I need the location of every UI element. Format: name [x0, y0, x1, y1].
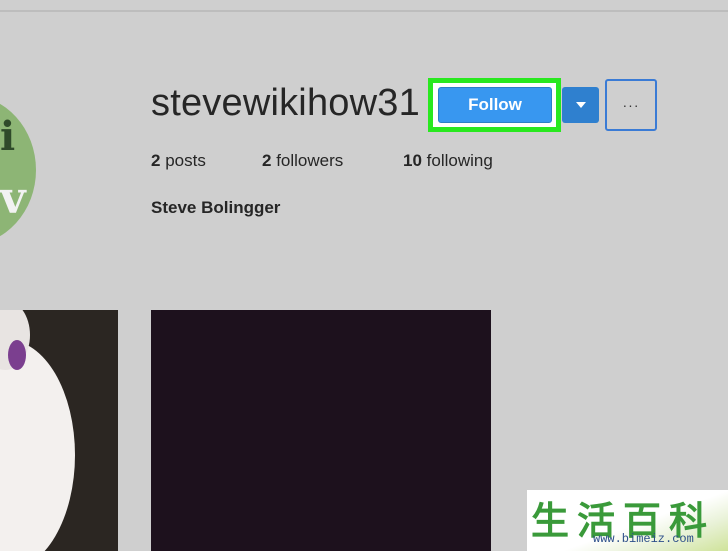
post-thumbnail-2[interactable] — [151, 310, 491, 551]
plush-accent-shape — [8, 340, 26, 370]
stat-followers[interactable]: 2 followers — [262, 151, 343, 171]
plush-toy-image — [0, 340, 75, 551]
profile-full-name: Steve Bolingger — [151, 198, 281, 217]
posts-count: 2 — [151, 151, 161, 170]
header-divider — [0, 10, 728, 12]
follow-dropdown-button[interactable] — [562, 87, 599, 123]
watermark-logo: 生活百科 www.bimeiz.com — [527, 490, 728, 551]
profile-page: i v stevewikihow31 Follow ··· 2 posts 2 … — [0, 0, 728, 551]
followers-count: 2 — [262, 151, 272, 170]
more-options-icon: ··· — [622, 97, 640, 113]
avatar[interactable]: i v — [0, 95, 36, 245]
following-label: following — [426, 151, 493, 170]
watermark-url: www.bimeiz.com — [593, 532, 694, 546]
followers-label: followers — [276, 151, 344, 170]
stat-posts: 2 posts — [151, 151, 206, 171]
more-options-button[interactable]: ··· — [605, 79, 657, 131]
stat-following[interactable]: 10 following — [403, 151, 493, 171]
post-thumbnail-1[interactable] — [0, 310, 118, 551]
posts-label: posts — [165, 151, 206, 170]
following-count: 10 — [403, 151, 422, 170]
avatar-logo-bottom: v — [0, 173, 26, 224]
chevron-down-icon — [575, 102, 586, 108]
avatar-logo-top: i — [0, 113, 16, 160]
profile-username: stevewikihow31 — [151, 82, 420, 124]
follow-button[interactable]: Follow — [438, 87, 552, 123]
